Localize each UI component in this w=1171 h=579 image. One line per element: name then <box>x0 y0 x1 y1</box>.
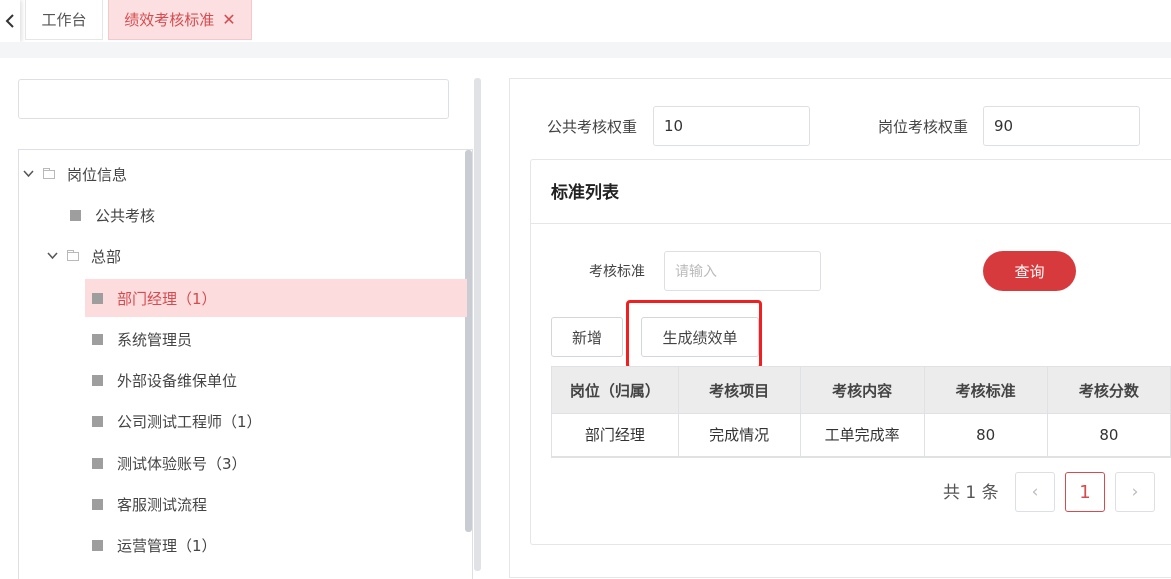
column-header: 考核标准 <box>923 366 1048 414</box>
add-button[interactable]: 新增 <box>551 317 623 357</box>
chevron-down-icon[interactable] <box>47 250 61 263</box>
tree-search-input[interactable] <box>18 79 449 119</box>
tree-node-label: 岗位信息 <box>67 165 128 184</box>
table-cell: 部门经理 <box>551 413 679 458</box>
tree-node-operations[interactable]: 运营管理（1） <box>92 526 217 564</box>
tree-node-post-info[interactable]: 岗位信息 <box>23 155 127 193</box>
filter-label: 考核标准 <box>589 264 645 280</box>
tree-node-sys-admin[interactable]: 系统管理员 <box>92 320 192 358</box>
document-icon <box>92 415 103 427</box>
prev-page-button[interactable]: ‹ <box>1015 472 1055 512</box>
table-cell: 80 <box>923 413 1048 458</box>
tab-performance-standard-label: 绩效考核标准 <box>124 11 215 29</box>
tree-node-label: 总部 <box>91 247 122 266</box>
document-icon <box>92 457 103 469</box>
table-row[interactable]: 部门经理 完成情况 工单完成率 80 80 <box>551 413 1171 458</box>
tab-bar: 工作台 绩效考核标准 ✕ <box>0 0 1171 42</box>
column-header: 考核项目 <box>677 366 801 414</box>
document-icon <box>92 374 103 386</box>
post-tree: 岗位信息 公共考核 总部 部门经理（1） 系统管理员 外部设备维保单位 公司测试… <box>18 149 473 579</box>
post-weight-input[interactable]: 90 <box>983 106 1140 146</box>
tree-node-label: 客服测试流程 <box>117 495 208 514</box>
card-divider <box>530 223 1171 224</box>
tree-node-test-account[interactable]: 测试体验账号（3） <box>92 444 247 482</box>
tree-scrollbar[interactable] <box>465 150 472 532</box>
tree-node-label: 运营管理（1） <box>117 536 217 555</box>
public-weight-label: 公共考核权重 <box>547 118 638 136</box>
left-panel-scrollbar[interactable] <box>474 78 481 571</box>
document-icon <box>92 498 103 510</box>
document-icon <box>92 333 103 345</box>
close-icon[interactable]: ✕ <box>222 10 235 29</box>
tab-performance-standard[interactable]: 绩效考核标准 ✕ <box>108 0 252 40</box>
pagination-total: 共 1 条 <box>943 483 999 503</box>
card-title: 标准列表 <box>551 183 619 203</box>
post-weight-label: 岗位考核权重 <box>878 118 969 136</box>
page-number-button[interactable]: 1 <box>1065 472 1105 512</box>
table-cell: 工单完成率 <box>799 413 925 458</box>
column-header: 考核分数 <box>1046 366 1171 414</box>
table-header-row: 岗位（归属） 考核项目 考核内容 考核标准 考核分数 <box>551 366 1171 414</box>
tree-node-public-assessment[interactable]: 公共考核 <box>70 196 155 234</box>
public-weight-input[interactable]: 10 <box>653 106 810 146</box>
column-header: 考核内容 <box>799 366 925 414</box>
generate-performance-sheet-button[interactable]: 生成绩效单 <box>641 317 759 357</box>
chevron-left-icon: ‹ <box>1031 482 1039 502</box>
chevron-down-icon[interactable] <box>23 168 37 181</box>
chevron-left-icon <box>5 14 14 28</box>
tree-node-label: 系统管理员 <box>117 330 193 349</box>
tree-node-cs-flow[interactable]: 客服测试流程 <box>92 485 207 523</box>
folder-icon <box>43 167 55 179</box>
back-button[interactable] <box>0 0 20 42</box>
tab-workbench[interactable]: 工作台 <box>25 0 103 40</box>
tree-node-label: 部门经理（1） <box>117 289 217 308</box>
document-icon <box>92 539 103 551</box>
chevron-right-icon: › <box>1131 482 1139 502</box>
tab-bar-divider <box>0 42 1171 58</box>
table-cell: 完成情况 <box>677 413 801 458</box>
tree-node-label: 公司测试工程师（1） <box>117 412 262 431</box>
query-button[interactable]: 查询 <box>983 251 1076 291</box>
folder-icon <box>67 249 79 261</box>
tree-node-label: 公共考核 <box>95 206 156 225</box>
tree-node-label: 测试体验账号（3） <box>117 454 247 473</box>
tree-node-external-maintenance[interactable]: 外部设备维保单位 <box>92 361 237 399</box>
column-header: 岗位（归属） <box>551 366 679 414</box>
table-cell: 80 <box>1046 413 1171 458</box>
tree-node-test-engineer[interactable]: 公司测试工程师（1） <box>92 402 262 440</box>
tree-node-label: 外部设备维保单位 <box>117 371 238 390</box>
tree-node-dept-manager[interactable]: 部门经理（1） <box>85 279 467 317</box>
standard-filter-input[interactable]: 请输入 <box>664 251 821 291</box>
document-icon <box>92 292 103 304</box>
document-icon <box>70 209 81 221</box>
tab-workbench-label: 工作台 <box>41 11 87 29</box>
standard-table: 岗位（归属） 考核项目 考核内容 考核标准 考核分数 部门经理 完成情况 工单完… <box>551 366 1171 458</box>
next-page-button[interactable]: › <box>1115 472 1155 512</box>
tree-node-headquarters[interactable]: 总部 <box>47 237 121 275</box>
